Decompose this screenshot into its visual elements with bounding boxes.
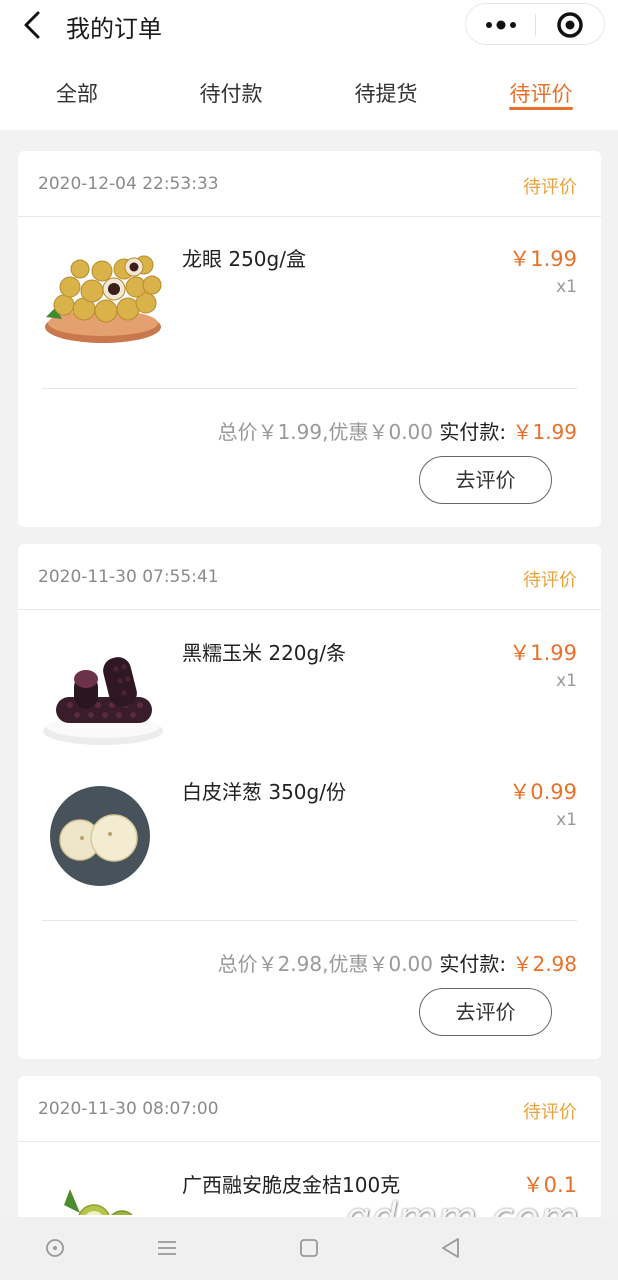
black-corn-image bbox=[43, 657, 163, 745]
back-button[interactable] bbox=[18, 10, 48, 40]
order-header: 2020-12-04 22:53:33 待评价 bbox=[18, 151, 601, 217]
top-bar: 我的订单 bbox=[0, 0, 618, 50]
nav-back-button[interactable] bbox=[436, 1233, 466, 1263]
nav-assistant-button[interactable] bbox=[40, 1233, 70, 1263]
review-button[interactable]: 去评价 bbox=[419, 456, 552, 504]
triangle-back-icon bbox=[442, 1238, 459, 1258]
circle-icon bbox=[46, 1239, 64, 1257]
capsule-divider bbox=[535, 14, 536, 36]
item-price: ￥1.99 bbox=[509, 247, 577, 271]
mini-program-capsule bbox=[465, 3, 605, 45]
page-title: 我的订单 bbox=[66, 15, 162, 43]
order-item[interactable]: 龙眼 250g/盒 ￥1.99 x1 bbox=[18, 217, 601, 357]
order-tabs: 全部 待付款 待提货 待评价 bbox=[0, 50, 618, 130]
item-quantity: x1 bbox=[556, 671, 577, 691]
order-status: 待评价 bbox=[523, 1102, 577, 1123]
order-item[interactable]: 白皮洋葱 350g/份 ￥0.99 x1 bbox=[18, 750, 601, 890]
order-datetime: 2020-11-30 07:55:41 bbox=[38, 567, 219, 587]
kumquat-image bbox=[64, 1189, 133, 1215]
paid-label: 实付款: bbox=[439, 952, 507, 976]
tab-all[interactable]: 全部 bbox=[0, 50, 154, 130]
order-card: 2020-11-30 07:55:41 待评价 黑糯玉米 220g/条 ￥1.9… bbox=[18, 544, 601, 1059]
longan-image bbox=[45, 255, 162, 343]
more-button[interactable] bbox=[480, 11, 522, 39]
tab-pending-payment[interactable]: 待付款 bbox=[154, 50, 308, 130]
tab-label: 全部 bbox=[56, 82, 98, 106]
item-name: 白皮洋葱 350g/份 bbox=[182, 780, 346, 804]
order-item[interactable]: 黑糯玉米 220g/条 ￥1.99 x1 bbox=[18, 611, 601, 751]
nav-home-button[interactable] bbox=[294, 1233, 324, 1263]
order-summary: 总价￥2.98,优惠￥0.00 实付款: ￥2.98 bbox=[218, 948, 577, 977]
divider bbox=[42, 920, 577, 921]
chevron-left-icon bbox=[24, 11, 40, 39]
nav-menu-button[interactable] bbox=[152, 1233, 182, 1263]
item-name: 广西融安脆皮金桔100克 bbox=[182, 1173, 401, 1197]
price-summary: 总价￥2.98,优惠￥0.00 bbox=[217, 952, 433, 976]
square-icon bbox=[300, 1239, 318, 1257]
order-status: 待评价 bbox=[523, 570, 577, 591]
tab-pending-pickup[interactable]: 待提货 bbox=[309, 50, 463, 130]
item-name: 龙眼 250g/盒 bbox=[182, 247, 306, 271]
order-datetime: 2020-12-04 22:53:33 bbox=[38, 174, 219, 194]
paid-amount: ￥1.99 bbox=[512, 420, 577, 444]
tab-label: 待提货 bbox=[354, 82, 418, 106]
close-mini-program-button[interactable] bbox=[555, 10, 585, 40]
tab-pending-review[interactable]: 待评价 bbox=[464, 50, 618, 130]
order-status: 待评价 bbox=[523, 177, 577, 198]
white-onion-image bbox=[50, 786, 150, 886]
price-summary: 总价￥1.99,优惠￥0.00 bbox=[217, 420, 433, 444]
divider bbox=[42, 388, 577, 389]
tab-label: 待付款 bbox=[199, 82, 263, 106]
target-icon bbox=[557, 12, 583, 38]
item-name: 黑糯玉米 220g/条 bbox=[182, 641, 346, 665]
more-dots-icon bbox=[486, 20, 516, 30]
order-summary: 总价￥1.99,优惠￥0.00 实付款: ￥1.99 bbox=[218, 416, 577, 445]
item-quantity: x1 bbox=[556, 810, 577, 830]
order-datetime: 2020-11-30 08:07:00 bbox=[38, 1099, 219, 1119]
order-card: 2020-12-04 22:53:33 待评价 龙眼 250g/盒 ￥1.99 … bbox=[18, 151, 601, 527]
menu-icon bbox=[158, 1241, 176, 1255]
active-tab-indicator bbox=[509, 107, 573, 110]
item-price: ￥1.99 bbox=[509, 641, 577, 665]
review-button[interactable]: 去评价 bbox=[419, 988, 552, 1036]
paid-amount: ￥2.98 bbox=[512, 952, 577, 976]
item-price: ￥0.99 bbox=[509, 780, 577, 804]
item-quantity: x1 bbox=[556, 277, 577, 297]
system-nav-bar bbox=[0, 1217, 618, 1280]
tab-label: 待评价 bbox=[509, 82, 573, 106]
order-header: 2020-11-30 08:07:00 待评价 bbox=[18, 1076, 601, 1142]
order-header: 2020-11-30 07:55:41 待评价 bbox=[18, 544, 601, 610]
paid-label: 实付款: bbox=[439, 420, 507, 444]
